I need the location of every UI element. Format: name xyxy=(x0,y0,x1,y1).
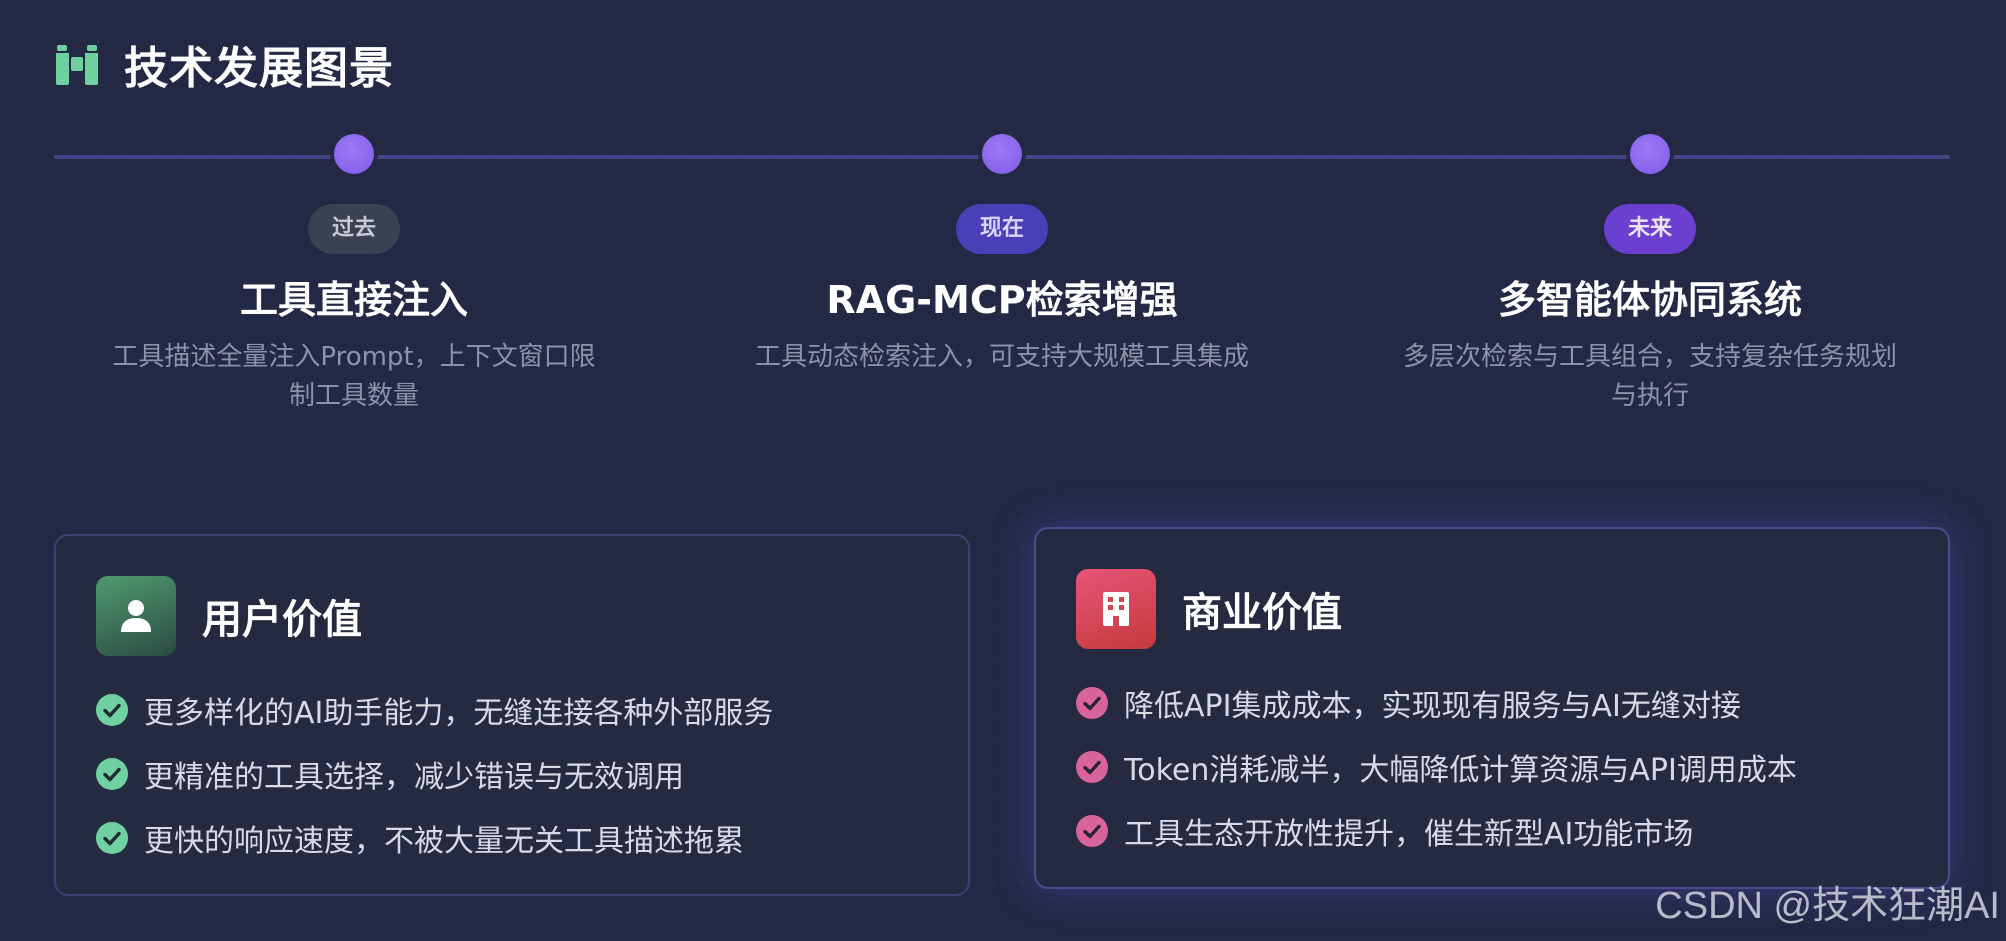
timeline-stage-now: 现在 RAG-MCP检索增强 工具动态检索注入，可支持大规模工具集成 xyxy=(722,134,1282,377)
check-circle-icon xyxy=(1076,815,1108,847)
check-circle-icon xyxy=(96,758,128,790)
list-item-text: 工具生态开放性提升，催生新型AI功能市场 xyxy=(1124,817,1694,852)
stage-badge-future: 未来 xyxy=(1603,204,1696,254)
list-item: 工具生态开放性提升，催生新型AI功能市场 xyxy=(1076,799,1797,863)
stage-description: 多层次检索与工具组合，支持复杂任务规划 与执行 xyxy=(1380,338,1920,416)
stage-title: 工具直接注入 xyxy=(239,278,468,322)
timeline-dot xyxy=(334,134,374,174)
page-header: 技术发展图景 xyxy=(52,34,394,94)
list-item-text: 更快的响应速度，不被大量无关工具描述拖累 xyxy=(144,824,744,859)
building-icon xyxy=(1076,569,1156,649)
stage-badge-past: 过去 xyxy=(307,204,400,254)
business-value-list: 降低API集成成本，实现现有服务与AI无缝对接 Token消耗减半，大幅降低计算… xyxy=(1076,671,1797,863)
list-item: 更快的响应速度，不被大量无关工具描述拖累 xyxy=(96,806,773,870)
card-title: 用户价值 xyxy=(202,597,362,643)
card-title: 商业价值 xyxy=(1182,590,1342,636)
list-item: 更多样化的AI助手能力，无缝连接各种外部服务 xyxy=(96,678,773,742)
check-circle-icon xyxy=(1076,751,1108,783)
list-item: Token消耗减半，大幅降低计算资源与API调用成本 xyxy=(1076,735,1797,799)
list-item-text: Token消耗减半，大幅降低计算资源与API调用成本 xyxy=(1124,753,1797,788)
card-header: 商业价值 xyxy=(1076,569,1342,649)
stage-desc-line: 与执行 xyxy=(1610,381,1689,411)
user-icon xyxy=(96,576,176,656)
stage-desc-line: 制工具数量 xyxy=(288,381,419,411)
list-item-text: 更多样化的AI助手能力，无缝连接各种外部服务 xyxy=(144,696,774,731)
stage-desc-line: 多层次检索与工具组合，支持复杂任务规划 xyxy=(1402,342,1897,372)
user-value-card: 用户价值 更多样化的AI助手能力，无缝连接各种外部服务 更精准的工具选择，减少错… xyxy=(54,534,970,896)
binoculars-icon xyxy=(56,45,98,85)
watermark: CSDN @技术狂潮AI xyxy=(1655,885,2000,927)
business-value-card: 商业价值 降低API集成成本，实现现有服务与AI无缝对接 Token消耗减半，大… xyxy=(1034,527,1950,889)
check-circle-icon xyxy=(96,694,128,726)
list-item-text: 更精准的工具选择，减少错误与无效调用 xyxy=(144,760,684,795)
stage-title: 多智能体协同系统 xyxy=(1497,278,1802,322)
page-title: 技术发展图景 xyxy=(124,43,394,94)
stage-badge-now: 现在 xyxy=(955,204,1048,254)
timeline-stage-past: 过去 工具直接注入 工具描述全量注入Prompt，上下文窗口限 制工具数量 xyxy=(74,134,634,416)
timeline-dot xyxy=(1630,134,1670,174)
timeline-dot xyxy=(982,134,1022,174)
list-item: 更精准的工具选择，减少错误与无效调用 xyxy=(96,742,773,806)
stage-description: 工具动态检索注入，可支持大规模工具集成 xyxy=(732,338,1272,377)
timeline-stage-future: 未来 多智能体协同系统 多层次检索与工具组合，支持复杂任务规划 与执行 xyxy=(1370,134,1930,416)
card-header: 用户价值 xyxy=(96,576,362,656)
check-circle-icon xyxy=(1076,687,1108,719)
stage-desc-line: 工具描述全量注入Prompt，上下文窗口限 xyxy=(112,342,596,372)
stage-description: 工具描述全量注入Prompt，上下文窗口限 制工具数量 xyxy=(84,338,624,416)
stage-title: RAG-MCP检索增强 xyxy=(826,278,1178,322)
user-value-list: 更多样化的AI助手能力，无缝连接各种外部服务 更精准的工具选择，减少错误与无效调… xyxy=(96,678,773,870)
list-item: 降低API集成成本，实现现有服务与AI无缝对接 xyxy=(1076,671,1797,735)
list-item-text: 降低API集成成本，实现现有服务与AI无缝对接 xyxy=(1124,689,1741,724)
check-circle-icon xyxy=(96,822,128,854)
stage-desc-line: 工具动态检索注入，可支持大规模工具集成 xyxy=(754,342,1249,372)
